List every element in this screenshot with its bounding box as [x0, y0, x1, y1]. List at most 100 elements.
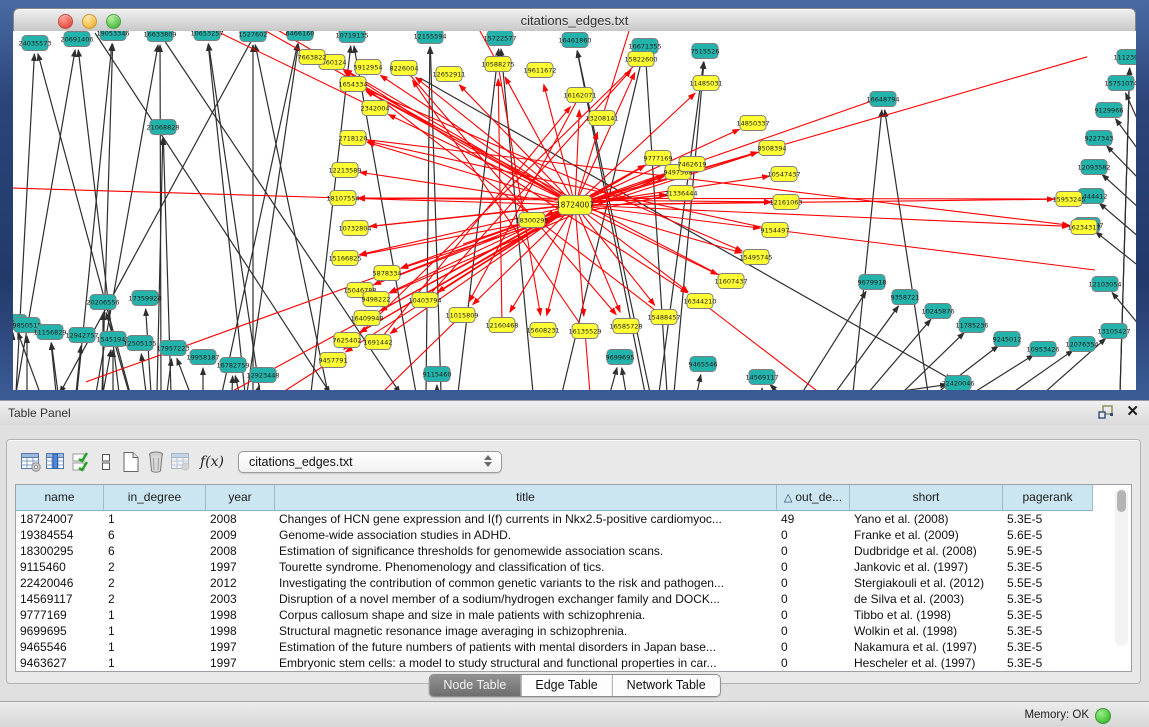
graph-node-teal[interactable]: 12076354	[1065, 337, 1098, 352]
graph-node-teal[interactable]: 9245012	[993, 332, 1022, 347]
graph-node-yellow[interactable]: 8508394	[758, 141, 787, 156]
graph-node-yellow[interactable]: 9498222	[362, 292, 391, 307]
graph-node-teal[interactable]: 9465546	[689, 357, 718, 372]
table-row[interactable]: 969969511998Structural magnetic resonanc…	[16, 623, 1131, 639]
network-table-select[interactable]: citations_edges.txt	[238, 451, 502, 473]
column-header-in_degree[interactable]: in_degree	[104, 485, 206, 510]
column-header-short[interactable]: short	[850, 485, 1003, 510]
graph-node-yellow[interactable]: 18300295	[515, 213, 548, 228]
graph-node-yellow[interactable]: 7462619	[678, 157, 707, 172]
table-row[interactable]: 1938455462009Genome-wide association stu…	[16, 527, 1131, 543]
graph-node-yellow[interactable]: 2342004	[361, 101, 390, 116]
table-row[interactable]: 1456911722003Disruption of a novel membe…	[16, 591, 1131, 607]
tab-node-table[interactable]: Node Table	[429, 675, 520, 696]
graph-node-yellow[interactable]: 10588275	[481, 57, 514, 72]
table-scrollbar[interactable]	[1115, 488, 1128, 646]
graph-node-teal[interactable]: 9227343	[1085, 131, 1114, 146]
rows-icon[interactable]	[94, 450, 118, 474]
graph-node-yellow[interactable]: 11607437	[714, 274, 747, 289]
graph-node-teal[interactable]: 1527602	[239, 31, 268, 42]
graph-node-yellow[interactable]: 19611672	[523, 63, 556, 78]
graph-node-teal[interactable]: 16461860	[558, 33, 591, 48]
graph-node-teal[interactable]: 22420046	[941, 376, 974, 391]
graph-node-teal[interactable]: 12505135	[123, 336, 156, 351]
import-table-icon[interactable]	[169, 450, 193, 474]
graph-node-teal[interactable]: 16782759	[216, 358, 249, 373]
graph-node-yellow[interactable]: 1654334	[339, 77, 368, 92]
graph-node-yellow[interactable]: 16344210	[683, 294, 716, 309]
scrollbar-thumb[interactable]	[1117, 490, 1126, 512]
graph-node-yellow[interactable]: 5878334	[373, 266, 402, 281]
graph-node-yellow[interactable]: 13208141	[585, 111, 618, 126]
row-select-icon[interactable]	[69, 450, 93, 474]
graph-node-teal[interactable]: 16648794	[866, 92, 899, 107]
graph-node-teal[interactable]: 15722577	[483, 31, 516, 46]
graph-node-teal[interactable]: 20691406	[60, 32, 93, 47]
graph-node-yellow[interactable]: 8226004	[390, 61, 419, 76]
column-header-name[interactable]: name	[16, 485, 104, 510]
graph-node-yellow[interactable]: 14850337	[736, 116, 769, 131]
graph-node-yellow[interactable]: 10403794	[408, 293, 441, 308]
network-canvas[interactable]: 2403557320691406190533461663380910653257…	[13, 31, 1136, 390]
graph-node-teal[interactable]: 10953426	[1026, 342, 1059, 357]
graph-node-yellow[interactable]: 16585728	[609, 319, 642, 334]
column-header-year[interactable]: year	[206, 485, 275, 510]
tab-network-table[interactable]: Network Table	[612, 675, 720, 696]
graph-node-teal[interactable]: 19053346	[96, 31, 129, 41]
table-row[interactable]: 1872400712008Changes of HCN gene express…	[16, 511, 1131, 527]
graph-node-teal[interactable]: 17957223	[156, 341, 189, 356]
graph-node-yellow[interactable]: 7625402	[333, 333, 362, 348]
network-graph[interactable]: 2403557320691406190533461663380910653257…	[13, 31, 1136, 390]
graph-node-teal[interactable]: 11156829	[33, 325, 66, 340]
graph-node-yellow[interactable]: 16135529	[568, 324, 601, 339]
delete-table-icon[interactable]	[144, 450, 168, 474]
graph-node-yellow[interactable]: 15488457	[647, 310, 680, 325]
memory-status-indicator[interactable]	[1095, 708, 1111, 724]
graph-node-yellow[interactable]: 15166825	[328, 251, 361, 266]
graph-node-teal[interactable]: 7515526	[691, 44, 720, 59]
float-panel-icon[interactable]	[1098, 405, 1114, 419]
graph-node-teal[interactable]: 9679918	[858, 275, 887, 290]
graph-node-yellow[interactable]: 18107554	[326, 191, 359, 206]
new-table-icon[interactable]	[119, 450, 143, 474]
graph-node-teal[interactable]: 10653257	[190, 31, 223, 41]
graph-node-teal[interactable]: 20206556	[86, 295, 119, 310]
graph-node-yellow[interactable]: 11485031	[689, 76, 722, 91]
graph-node-yellow[interactable]: 15953245	[1052, 192, 1085, 207]
graph-node-teal[interactable]: 9129966	[1095, 103, 1124, 118]
graph-node-yellow[interactable]: 5912954	[354, 60, 383, 75]
table-row[interactable]: 946554611997Estimation of the future num…	[16, 639, 1131, 655]
graph-node-yellow[interactable]: 9777169	[644, 151, 673, 166]
table-row[interactable]: 977716911998Corpus callosum shape and si…	[16, 607, 1131, 623]
graph-node-teal[interactable]: 13105427	[1097, 324, 1130, 339]
graph-node-yellow[interactable]: 2718120	[339, 131, 368, 146]
graph-node-yellow[interactable]: 12160468	[485, 318, 518, 333]
graph-node-yellow[interactable]: 10547437	[767, 167, 800, 182]
graph-node-yellow[interactable]: 1691442	[364, 335, 393, 350]
graph-node-teal[interactable]: 9699695	[606, 350, 635, 365]
column-header-out_de[interactable]: △out_de...	[777, 485, 850, 510]
graph-node-teal[interactable]: 9358721	[891, 290, 920, 305]
graph-node-yellow[interactable]: 12161063	[769, 195, 802, 210]
graph-node-teal[interactable]: 24035573	[18, 36, 51, 51]
graph-node-teal[interactable]: 17359924	[128, 291, 161, 306]
graph-node-yellow[interactable]: 15822600	[624, 52, 657, 67]
graph-node-yellow[interactable]: 11015809	[445, 308, 478, 323]
graph-node-teal[interactable]: 11785236	[955, 318, 988, 333]
table-row[interactable]: 911546021997Tourette syndrome. Phenomeno…	[16, 559, 1131, 575]
graph-node-yellow[interactable]: 15608231	[526, 323, 559, 338]
network-window-titlebar[interactable]: citations_edges.txt	[13, 8, 1136, 33]
column-header-pagerank[interactable]: pagerank	[1003, 485, 1093, 510]
graph-node-yellow[interactable]: 12213589	[328, 163, 361, 178]
tab-edge-table[interactable]: Edge Table	[520, 675, 611, 696]
table-row[interactable]: 2242004622012Investigating the contribut…	[16, 575, 1131, 591]
graph-node-yellow[interactable]: 12652911	[432, 67, 465, 82]
graph-node-teal[interactable]: 12093582	[1077, 160, 1110, 175]
graph-node-teal[interactable]: 21068828	[146, 120, 179, 135]
column-header-title[interactable]: title	[275, 485, 777, 510]
table-row[interactable]: 1830029562008Estimation of significance …	[16, 543, 1131, 559]
function-builder-icon[interactable]: f(x)	[200, 454, 224, 470]
graph-node-teal[interactable]: 19958187	[186, 350, 219, 365]
graph-node-teal[interactable]: 9115460	[423, 367, 452, 382]
graph-node-yellow[interactable]: 21336444	[664, 186, 697, 201]
